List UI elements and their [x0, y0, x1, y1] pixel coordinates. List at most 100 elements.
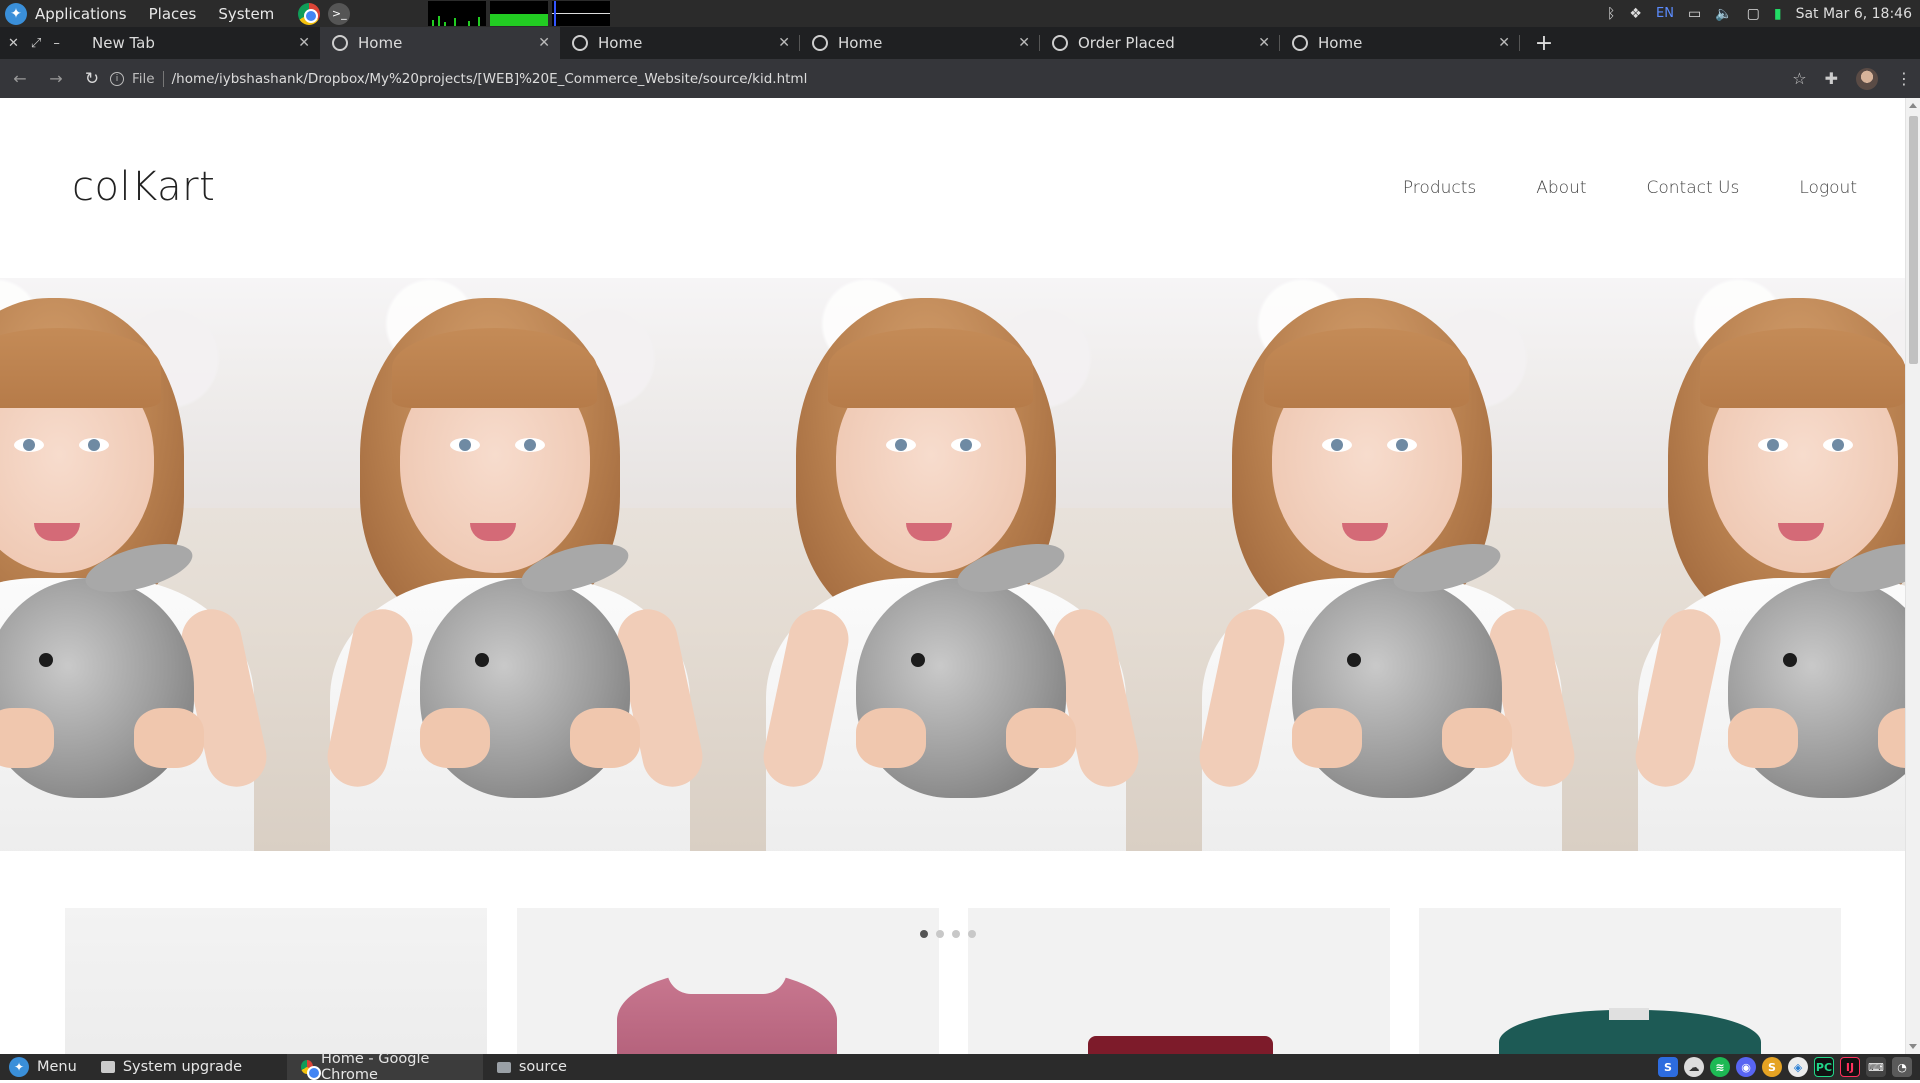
page-scrollbar[interactable]	[1905, 98, 1920, 1054]
site-logo[interactable]: colKart	[72, 164, 215, 210]
window-close-icon[interactable]: ✕	[8, 36, 19, 51]
globe-icon	[1052, 35, 1068, 51]
browser-tab[interactable]: Home ✕	[800, 27, 1040, 59]
taskbar-window-system-upgrade[interactable]: System upgrade	[87, 1054, 287, 1080]
photo-left-eye	[14, 438, 44, 452]
window-maximize-icon[interactable]: ⤢	[31, 36, 41, 51]
tab-close-icon[interactable]: ✕	[298, 35, 310, 51]
photo-left-eye	[450, 438, 480, 452]
carousel-dot[interactable]	[920, 930, 928, 938]
chrome-tray-icon[interactable]: ◔	[1892, 1057, 1912, 1077]
tab-close-icon[interactable]: ✕	[778, 35, 790, 51]
hero-carousel[interactable]	[0, 278, 1905, 851]
browser-tab[interactable]: Home ✕	[1280, 27, 1520, 59]
memory-monitor-graph	[490, 1, 548, 26]
browser-tab-active[interactable]: Home ✕	[320, 27, 560, 59]
terminal-launcher-icon[interactable]: >_	[328, 2, 351, 25]
photo-bunny-eye	[39, 653, 53, 667]
globe-icon	[572, 35, 588, 51]
menu-system[interactable]: System	[218, 5, 274, 23]
nav-contact-link[interactable]: Contact Us	[1647, 178, 1740, 198]
scroll-up-icon[interactable]	[1909, 103, 1917, 108]
forward-arrow-icon[interactable]: →	[40, 63, 72, 95]
browser-tab[interactable]: Order Placed ✕	[1040, 27, 1280, 59]
scroll-down-icon[interactable]	[1909, 1044, 1917, 1049]
display-icon[interactable]: ▭	[1688, 6, 1701, 22]
nav-about-link[interactable]: About	[1536, 178, 1586, 198]
nav-logout-link[interactable]: Logout	[1799, 178, 1857, 198]
carousel-dot[interactable]	[936, 930, 944, 938]
scrollbar-thumb[interactable]	[1909, 116, 1918, 364]
pycharm-icon[interactable]: PC	[1814, 1057, 1834, 1077]
scheme-label: File	[132, 70, 155, 87]
tab-close-icon[interactable]: ✕	[1258, 35, 1270, 51]
tray-app-icon[interactable]: S	[1658, 1057, 1678, 1077]
keyboard-layout-indicator[interactable]: EN	[1656, 6, 1674, 21]
photo-bangs	[828, 328, 1033, 408]
browser-tab[interactable]: Home ✕	[560, 27, 800, 59]
photo-right-hand	[570, 708, 640, 768]
system-tray: S ☁ ≋ ◉ S ◈ PC IJ ⌨ ◔	[1658, 1054, 1920, 1080]
profile-avatar[interactable]	[1856, 67, 1878, 90]
new-tab-button[interactable]: +	[1528, 27, 1560, 59]
distro-logo-icon[interactable]: ✦	[5, 2, 27, 25]
photo-left-hand	[420, 708, 490, 768]
spotify-icon[interactable]: ≋	[1710, 1057, 1730, 1077]
skype-icon[interactable]: S	[1762, 1057, 1782, 1077]
menu-places[interactable]: Places	[149, 5, 197, 23]
carousel-dot[interactable]	[968, 930, 976, 938]
battery-icon[interactable]: ▮	[1774, 6, 1782, 22]
vpn-icon[interactable]: ◈	[1788, 1057, 1808, 1077]
product-image-collar	[667, 970, 787, 994]
address-bar[interactable]: i File /home/iybshashank/Dropbox/My%20pr…	[110, 59, 807, 98]
chrome-launcher-icon[interactable]	[298, 2, 321, 25]
taskbar-window-chrome[interactable]: Home - Google Chrome	[286, 1051, 483, 1083]
hero-photo-tile	[300, 278, 736, 851]
taskbar-menu-button[interactable]: ✦ Menu	[0, 1057, 87, 1077]
tab-close-icon[interactable]: ✕	[538, 35, 550, 51]
dropbox-icon[interactable]: ❖	[1629, 6, 1642, 22]
tab-title: Home	[598, 34, 643, 52]
product-card[interactable]	[65, 908, 487, 1054]
reload-icon[interactable]: ↻	[76, 63, 108, 95]
carousel-dot[interactable]	[952, 930, 960, 938]
clock[interactable]: Sat Mar 6, 18:46	[1796, 6, 1912, 22]
photo-left-hand	[856, 708, 926, 768]
tab-close-icon[interactable]: ✕	[1018, 35, 1030, 51]
photo-right-eye	[515, 438, 545, 452]
product-card[interactable]	[968, 908, 1390, 1054]
tray-cloud-icon[interactable]: ☁	[1684, 1057, 1704, 1077]
bluetooth-icon[interactable]: ᛒ	[1607, 6, 1615, 22]
taskbar-window-source[interactable]: source	[483, 1054, 581, 1080]
product-card[interactable]	[517, 908, 939, 1054]
browser-tab[interactable]: New Tab ✕	[80, 27, 320, 59]
web-page: colKart Products About Contact Us Logout	[0, 98, 1905, 1054]
taskbar-item-label: System upgrade	[122, 1059, 243, 1075]
keyboard-tray-icon[interactable]: ⌨	[1866, 1057, 1886, 1077]
carousel-indicators	[920, 930, 976, 938]
bookmark-star-icon[interactable]: ☆	[1792, 69, 1806, 88]
product-card[interactable]	[1419, 908, 1841, 1054]
notification-icon[interactable]: ▢	[1747, 6, 1760, 22]
back-arrow-icon[interactable]: ←	[4, 63, 36, 95]
window-minimize-icon[interactable]: –	[53, 36, 60, 51]
photo-bangs	[392, 328, 597, 408]
photo-right-eye	[1387, 438, 1417, 452]
browser-menu-icon[interactable]: ⋮	[1896, 69, 1912, 88]
tab-close-icon[interactable]: ✕	[1498, 35, 1510, 51]
url-text[interactable]: /home/iybshashank/Dropbox/My%20projects/…	[172, 71, 808, 87]
menu-applications[interactable]: Applications	[35, 5, 127, 23]
site-info-icon[interactable]: i	[110, 71, 124, 86]
photo-bunny-eye	[911, 653, 925, 667]
photo-left-eye	[1758, 438, 1788, 452]
photo-right-eye	[79, 438, 109, 452]
taskbar: ✦ Menu System upgrade Home - Google Chro…	[0, 1051, 1920, 1083]
discord-icon[interactable]: ◉	[1736, 1057, 1756, 1077]
product-image	[65, 908, 487, 1054]
tab-separator	[1519, 35, 1520, 51]
volume-icon[interactable]: 🔈	[1715, 6, 1732, 22]
intellij-icon[interactable]: IJ	[1840, 1057, 1860, 1077]
nav-products-link[interactable]: Products	[1403, 178, 1476, 198]
extensions-puzzle-icon[interactable]: ✚	[1825, 69, 1838, 88]
photo-right-hand	[134, 708, 204, 768]
